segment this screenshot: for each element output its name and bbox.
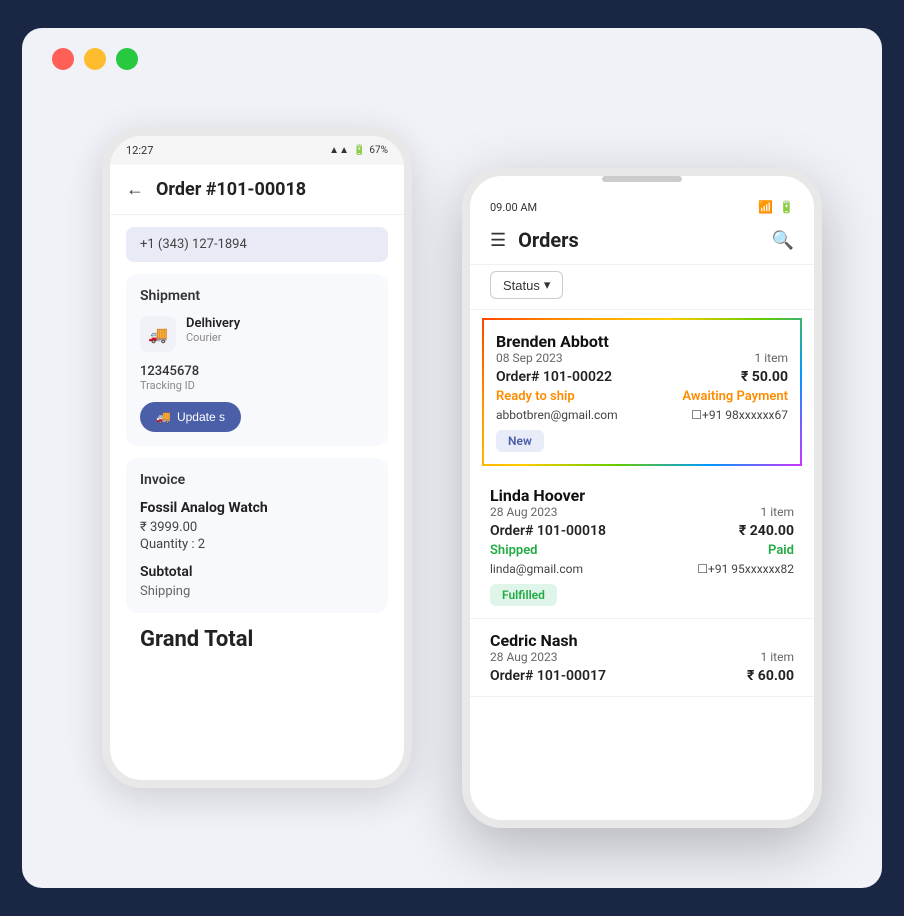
status-time-back: 12:27 — [126, 144, 153, 157]
maximize-button[interactable] — [116, 48, 138, 70]
wifi-icon: 📶 — [758, 200, 773, 214]
customer-name-2: Linda Hoover — [490, 486, 585, 505]
subtotal-label: Subtotal — [140, 564, 193, 580]
order-date-2: 28 Aug 2023 — [490, 505, 558, 519]
status-right-1: Awaiting Payment — [682, 389, 788, 404]
order-num-1: Order# 101-00022 — [496, 369, 612, 385]
order-phone-2: ☐+91 95xxxxxx82 — [697, 562, 794, 576]
grand-total: Grand Total — [126, 613, 388, 666]
order-meta-2: Order# 101-00018 ₹ 240.00 — [490, 523, 794, 539]
courier-info: Delhivery Courier — [186, 316, 240, 344]
phone-front: 09.00 AM 📶 🔋 ☰ Orders 🔍 Status ▾ — [462, 168, 822, 828]
order-amount-1: ₹ 50.00 — [741, 369, 788, 385]
product-name: Fossil Analog Watch — [140, 500, 374, 516]
wifi-battery-icons: 📶 🔋 — [758, 200, 794, 214]
status-bar-back: 12:27 ▲▲ 🔋 67% — [110, 136, 404, 165]
close-button[interactable] — [52, 48, 74, 70]
orders-header: ☰ Orders 🔍 — [470, 220, 814, 265]
order-contact-row-2: linda@gmail.com ☐+91 95xxxxxx82 — [490, 562, 794, 576]
update-shipment-button[interactable]: 🚚 Update s — [140, 402, 241, 432]
invoice-section: Invoice Fossil Analog Watch ₹ 3999.00 Qu… — [126, 458, 388, 613]
status-time-front: 09.00 AM — [490, 201, 537, 214]
order-amount-3: ₹ 60.00 — [747, 668, 794, 684]
status-filter-label: Status — [503, 278, 540, 293]
tracking-id-value: 12345678 — [140, 364, 374, 379]
order-email-1: abbotbren@gmail.com — [496, 408, 618, 422]
status-bar-front: 09.00 AM 📶 🔋 — [470, 190, 814, 220]
courier-name: Delhivery — [186, 316, 240, 331]
order-title: Order #101-00018 — [156, 179, 306, 200]
status-filter-button[interactable]: Status ▾ — [490, 271, 563, 299]
phone-number-tag: +1 (343) 127-1894 — [126, 227, 388, 262]
order-card-highlighted[interactable]: Brenden Abbott 08 Sep 2023 1 item Order#… — [482, 318, 802, 466]
subtotal-row: Subtotal — [140, 564, 374, 580]
order-items-2: 1 item — [761, 505, 794, 519]
order-date-3: 28 Aug 2023 — [490, 650, 558, 664]
status-right-2: Paid — [768, 543, 794, 558]
order-meta-3: Order# 101-00017 ₹ 60.00 — [490, 668, 794, 684]
order-phone-1: ☐+91 98xxxxxx67 — [691, 408, 788, 422]
orders-header-left: ☰ Orders — [490, 228, 579, 252]
status-icons-back: ▲▲ 🔋 67% — [329, 145, 388, 156]
order-meta-1: Order# 101-00022 ₹ 50.00 — [496, 369, 788, 385]
order-badge-1: New — [496, 430, 544, 452]
order-card-2[interactable]: Linda Hoover 28 Aug 2023 1 item Order# 1… — [470, 474, 814, 619]
order-status-row-1: Ready to ship Awaiting Payment — [496, 389, 788, 404]
customer-name-3: Cedric Nash — [490, 631, 578, 650]
invoice-title: Invoice — [140, 472, 374, 488]
order-date-1: 08 Sep 2023 — [496, 351, 563, 365]
status-filter-bar: Status ▾ — [470, 265, 814, 310]
order-items-1: 1 item — [755, 351, 788, 365]
courier-row: 🚚 Delhivery Courier — [140, 316, 374, 352]
truck-small-icon: 🚚 — [156, 410, 171, 424]
tracking-row: 12345678 Tracking ID — [140, 364, 374, 392]
order-amount-2: ₹ 240.00 — [739, 523, 794, 539]
order-contact-row-1: abbotbren@gmail.com ☐+91 98xxxxxx67 — [496, 408, 788, 422]
order-email-2: linda@gmail.com — [490, 562, 583, 576]
battery-front-icon: 🔋 — [779, 200, 794, 214]
order-badge-2: Fulfilled — [490, 584, 557, 606]
product-price: ₹ 3999.00 — [140, 520, 374, 535]
tracking-id-label: Tracking ID — [140, 379, 374, 392]
chevron-down-icon: ▾ — [544, 277, 551, 293]
shipping-label: Shipping — [140, 584, 374, 599]
status-left-1: Ready to ship — [496, 389, 575, 404]
customer-name-1: Brenden Abbott — [496, 332, 609, 351]
battery-icon: 🔋 — [353, 145, 365, 156]
minimize-button[interactable] — [84, 48, 106, 70]
shipment-section: Shipment 🚚 Delhivery Courier 12345678 Tr… — [126, 274, 388, 446]
order-num-3: Order# 101-00017 — [490, 668, 606, 684]
order-items-3: 1 item — [761, 650, 794, 664]
battery-percent: 67% — [369, 145, 388, 156]
truck-icon: 🚚 — [140, 316, 176, 352]
update-btn-label: Update s — [177, 410, 225, 424]
hamburger-icon[interactable]: ☰ — [490, 230, 506, 251]
shipment-title: Shipment — [140, 288, 374, 304]
phone-back: 12:27 ▲▲ 🔋 67% ← Order #101-00018 +1 (34… — [102, 128, 412, 788]
order-header: ← Order #101-00018 — [110, 165, 404, 215]
courier-type: Courier — [186, 331, 240, 344]
search-icon[interactable]: 🔍 — [772, 230, 794, 251]
traffic-lights — [42, 48, 862, 70]
order-num-2: Order# 101-00018 — [490, 523, 606, 539]
orders-list: Brenden Abbott 08 Sep 2023 1 item Order#… — [470, 310, 814, 824]
status-left-2: Shipped — [490, 543, 538, 558]
front-notch — [602, 176, 682, 182]
order-card-3[interactable]: Cedric Nash 28 Aug 2023 1 item Order# 10… — [470, 619, 814, 697]
back-arrow-icon[interactable]: ← — [126, 179, 144, 200]
signal-icon: ▲▲ — [329, 145, 349, 156]
orders-page-title: Orders — [518, 228, 579, 252]
main-container: 12:27 ▲▲ 🔋 67% ← Order #101-00018 +1 (34… — [22, 28, 882, 888]
order-status-row-2: Shipped Paid — [490, 543, 794, 558]
product-quantity: Quantity : 2 — [140, 537, 374, 552]
